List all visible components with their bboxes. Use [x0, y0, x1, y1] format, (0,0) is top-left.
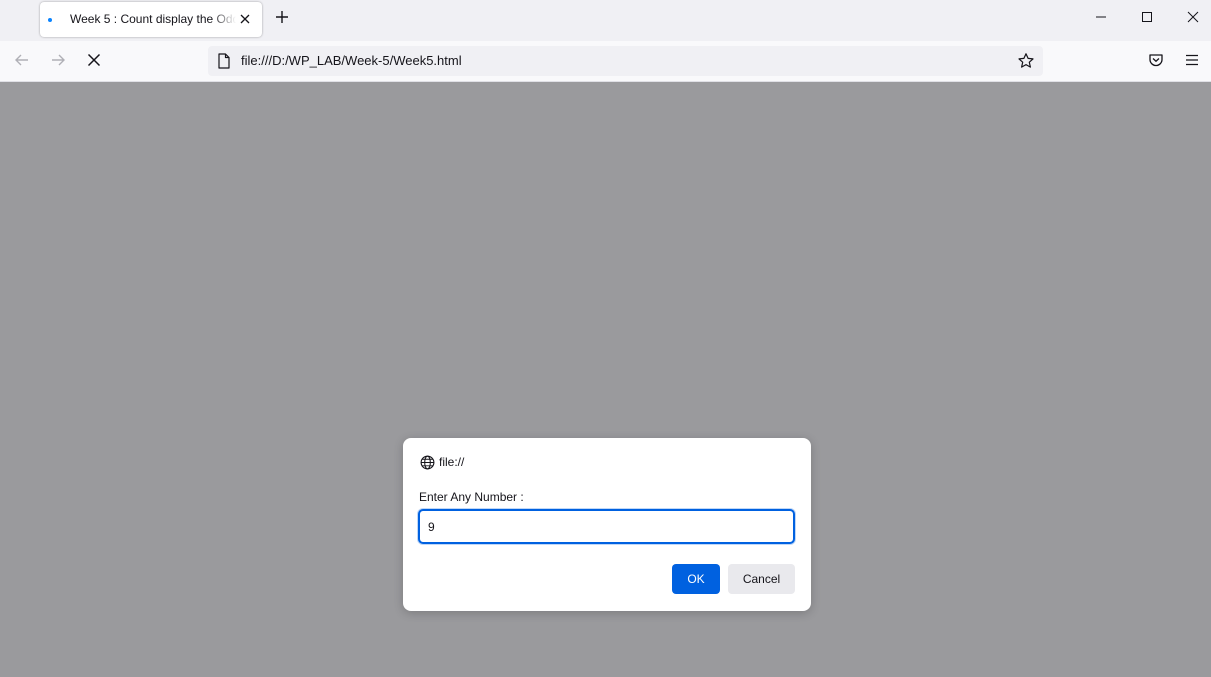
loading-indicator-icon — [48, 18, 52, 22]
back-button[interactable] — [9, 49, 35, 75]
minimize-icon — [1095, 10, 1107, 28]
stop-x-icon — [87, 53, 101, 72]
window-maximize-button[interactable] — [1124, 0, 1170, 37]
app-menu-button[interactable] — [1179, 49, 1205, 75]
url-text[interactable]: file:///D:/WP_LAB/Week-5/Week5.html — [241, 46, 462, 76]
new-tab-button[interactable] — [272, 9, 292, 29]
globe-icon — [419, 454, 435, 470]
page-icon[interactable] — [216, 53, 232, 69]
prompt-label: Enter Any Number : — [419, 490, 524, 504]
maximize-icon — [1141, 10, 1153, 28]
window-close-button[interactable] — [1170, 0, 1211, 37]
close-icon — [1187, 10, 1199, 28]
ok-button[interactable]: OK — [672, 564, 720, 594]
arrow-left-icon — [14, 52, 30, 73]
hamburger-menu-icon — [1185, 53, 1199, 72]
cancel-button[interactable]: Cancel — [728, 564, 795, 594]
pocket-icon — [1148, 52, 1164, 73]
dialog-origin: file:// — [439, 455, 465, 469]
plus-icon — [275, 10, 289, 29]
prompt-dialog: file:// Enter Any Number : OK Cancel — [403, 438, 811, 611]
navigation-toolbar: file:///D:/WP_LAB/Week-5/Week5.html — [0, 41, 1211, 82]
pocket-button[interactable] — [1143, 49, 1169, 75]
tab-title: Week 5 : Count display the Odd — [70, 12, 236, 26]
stop-loading-button[interactable] — [81, 49, 107, 75]
forward-button[interactable] — [45, 49, 71, 75]
window-minimize-button[interactable] — [1078, 0, 1124, 37]
arrow-right-icon — [50, 52, 66, 73]
close-tab-icon[interactable] — [237, 11, 253, 27]
star-icon[interactable] — [1017, 52, 1035, 70]
browser-tab[interactable]: Week 5 : Count display the Odd — [40, 2, 262, 37]
tab-strip: Week 5 : Count display the Odd — [0, 0, 1211, 41]
number-input[interactable] — [418, 509, 795, 544]
address-bar[interactable]: file:///D:/WP_LAB/Week-5/Week5.html — [208, 46, 1043, 76]
